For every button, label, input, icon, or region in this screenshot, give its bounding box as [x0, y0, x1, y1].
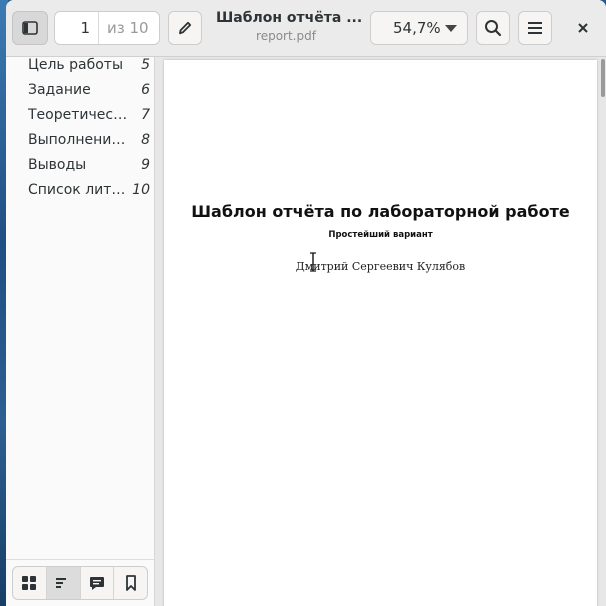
page-navigator: 1 из 10	[54, 11, 160, 45]
outline-item-page: 6	[141, 82, 150, 98]
hamburger-menu-icon	[528, 22, 542, 34]
sidebar: Цель работы 5 Задание 6 Теоретичес… 7 Вы…	[6, 57, 155, 606]
outline-item-label: Задание	[28, 82, 91, 98]
document-view[interactable]: Шаблон отчёта по лабораторной работе Про…	[155, 57, 606, 606]
sidebar-mode-switcher	[12, 566, 148, 600]
annotate-button[interactable]	[168, 11, 202, 45]
outline-item-label: Список лите…	[28, 182, 128, 198]
pdf-document-title: Шаблон отчёта по лабораторной работе	[191, 202, 570, 221]
page-total-label: из 10	[107, 19, 149, 37]
pdf-document-subtitle: Простейший вариант	[328, 230, 433, 240]
sidebar-icon	[22, 21, 38, 35]
dropdown-arrow-icon	[445, 24, 457, 32]
outline-item-page: 7	[141, 107, 150, 123]
comment-icon	[89, 576, 104, 590]
bookmark-icon	[125, 575, 136, 591]
outline-tab[interactable]	[46, 567, 81, 599]
document-filename: report.pdf	[256, 29, 316, 43]
outline-item[interactable]: Выполнение… 8	[6, 132, 154, 157]
outline-item-label: Выполнение…	[28, 132, 128, 148]
outline-item-page: 10	[132, 182, 150, 198]
close-icon	[578, 23, 588, 33]
vertical-scrollbar[interactable]	[601, 59, 605, 97]
outline-icon	[56, 578, 67, 588]
outline-item-label: Теоретичес…	[28, 107, 128, 123]
outline-item-page: 5	[141, 57, 150, 73]
sidebar-toggle-button[interactable]	[12, 11, 48, 45]
search-icon	[485, 20, 502, 37]
page-number-input[interactable]: 1	[55, 12, 99, 44]
outline-item[interactable]: Выводы 9	[6, 157, 154, 182]
header-bar: 1 из 10 Шаблон отчёта ... report.pdf 54,…	[6, 0, 606, 57]
close-button[interactable]	[566, 11, 600, 45]
outline-item-page: 9	[141, 157, 150, 173]
pdf-page[interactable]: Шаблон отчёта по лабораторной работе Про…	[164, 60, 597, 606]
outline-item[interactable]: Список лите… 10	[6, 182, 154, 207]
pdf-document-author: Дмитрий Сергеевич Кулябов	[295, 260, 466, 273]
outline-item-label: Выводы	[28, 157, 87, 173]
annotations-tab[interactable]	[81, 567, 115, 599]
outline-item[interactable]: Теоретичес… 7	[6, 107, 154, 132]
bookmarks-tab[interactable]	[114, 567, 147, 599]
document-viewer-window: 1 из 10 Шаблон отчёта ... report.pdf 54,…	[6, 0, 606, 606]
outline-item-label: Цель работы	[28, 57, 124, 73]
search-button[interactable]	[476, 11, 510, 45]
zoom-level: 54,7%	[393, 19, 441, 37]
outline-item[interactable]: Задание 6	[6, 82, 154, 107]
outline-list: Цель работы 5 Задание 6 Теоретичес… 7 Вы…	[6, 57, 154, 207]
thumbnails-tab[interactable]	[13, 567, 47, 599]
sidebar-mode-bar	[6, 559, 154, 606]
main-menu-button[interactable]	[518, 11, 552, 45]
pencil-icon	[179, 21, 192, 35]
text-cursor-icon	[310, 252, 316, 272]
document-title: Шаблон отчёта ...	[216, 10, 363, 26]
window-title-area: Шаблон отчёта ... report.pdf	[216, 10, 363, 43]
outline-item[interactable]: Цель работы 5	[6, 57, 154, 82]
zoom-dropdown[interactable]: 54,7%	[370, 11, 468, 45]
grid-icon	[22, 576, 37, 590]
outline-item-page: 8	[141, 132, 150, 148]
